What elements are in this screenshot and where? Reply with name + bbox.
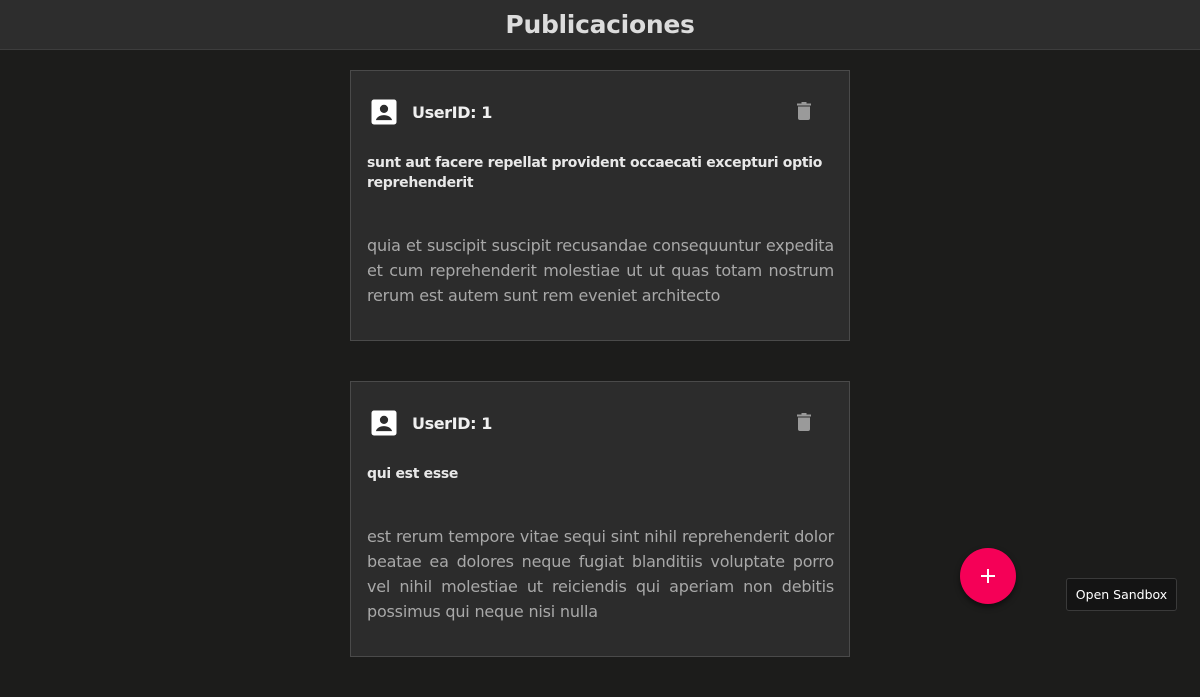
open-sandbox-button[interactable]: Open Sandbox [1066,578,1177,611]
post-body: quia et suscipit suscipit recusandae con… [367,236,834,305]
post-header: UserID: 1 [367,382,834,464]
post-title: qui est esse [367,466,459,482]
user-id-label: UserID: 1 [412,413,492,433]
add-post-button[interactable] [960,548,1016,604]
user-id-label: UserID: 1 [412,102,492,122]
delete-post-button[interactable] [792,99,816,123]
post-header: UserID: 1 [367,71,834,153]
trash-icon [797,413,811,431]
plus-icon [981,569,995,583]
trash-icon [797,102,811,120]
page-title: Publicaciones [505,10,695,39]
post-card: UserID: 1 qui est esse est rerum tempore… [350,381,850,657]
post-card: UserID: 1 sunt aut facere repellat provi… [350,70,850,341]
account-box-icon [371,99,397,125]
account-box-icon [371,410,397,436]
post-body: est rerum tempore vitae sequi sint nihil… [367,527,834,621]
post-title: sunt aut facere repellat provident occae… [367,155,823,191]
app-bar: Publicaciones [0,0,1200,50]
posts-feed: UserID: 1 sunt aut facere repellat provi… [350,70,850,697]
delete-post-button[interactable] [792,410,816,434]
